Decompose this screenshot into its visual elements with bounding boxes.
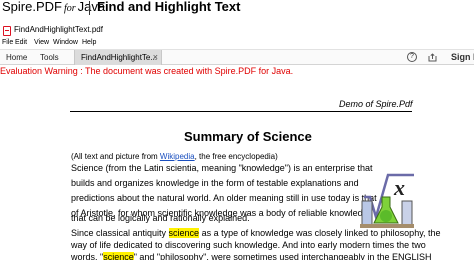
sign-in-link[interactable]: Sign I xyxy=(451,52,474,62)
document-page: Evaluation Warning : The document was cr… xyxy=(0,65,474,260)
document-tab-label: FindAndHighlightTe... xyxy=(81,53,158,62)
paragraph-line: way of life dedicated to discovering suc… xyxy=(71,240,426,250)
brand-name: Spire.PDF xyxy=(2,0,62,14)
document-tab[interactable]: FindAndHighlightTe... × xyxy=(74,50,162,65)
menu-edit[interactable]: Edit xyxy=(15,39,27,46)
banner-divider xyxy=(89,1,90,15)
help-icon[interactable]: ? xyxy=(407,52,417,62)
source-note-prefix: (All text and picture from xyxy=(71,152,160,161)
wikipedia-link[interactable]: Wikipedia xyxy=(160,152,195,161)
page-header-text: Demo of Spire.Pdf xyxy=(339,99,413,109)
home-tab[interactable]: Home xyxy=(6,53,27,62)
paragraph-line: that can be logically and rationally exp… xyxy=(71,213,250,223)
brand-for: for xyxy=(63,3,76,14)
source-note: (All text and picture from Wikipedia, th… xyxy=(71,151,278,162)
paragraph-line: words, "science" and "philosophy", were … xyxy=(71,252,431,260)
tools-tab[interactable]: Tools xyxy=(40,53,59,62)
menu-bar: File Edit View Window Help xyxy=(0,38,474,49)
toolbar: Home Tools FindAndHighlightTe... × ? Sig… xyxy=(0,49,474,65)
menu-view[interactable]: View xyxy=(34,39,49,46)
text-run: " and "philosophy", were sometimes used … xyxy=(133,252,432,260)
header-rule xyxy=(70,111,412,112)
window-title: FindAndHighlightText.pdf xyxy=(14,25,103,34)
pdf-file-icon xyxy=(3,26,11,36)
menu-help[interactable]: Help xyxy=(82,39,96,46)
highlighted-text: science xyxy=(103,252,134,260)
app-banner: Spire.PDF for Java Find and Highlight Text xyxy=(0,0,474,20)
paragraph-line: Science (from the Latin scientia, meanin… xyxy=(71,163,373,173)
document-heading: Summary of Science xyxy=(184,129,312,144)
science-illustration: x xyxy=(360,173,414,228)
paragraph-line: predictions about the natural world. An … xyxy=(71,193,377,203)
close-icon[interactable]: × xyxy=(153,52,158,62)
paragraph-line: builds and organizes knowledge in the fo… xyxy=(71,178,359,188)
evaluation-warning: Evaluation Warning : The document was cr… xyxy=(0,66,294,76)
menu-window[interactable]: Window xyxy=(53,39,78,46)
text-run: as a type of knowledge was closely linke… xyxy=(199,228,441,238)
banner-title: Find and Highlight Text xyxy=(97,0,241,14)
text-run: words, " xyxy=(71,252,104,260)
window-titlebar: FindAndHighlightText.pdf xyxy=(0,24,474,38)
highlighted-text: science xyxy=(168,228,200,238)
paragraph-line: Since classical antiquity science as a t… xyxy=(71,228,441,239)
text-run: Since classical antiquity xyxy=(71,228,169,238)
svg-text:x: x xyxy=(393,175,405,200)
menu-file[interactable]: File xyxy=(2,39,13,46)
source-note-suffix: , the free encyclopedia) xyxy=(194,152,278,161)
share-icon[interactable] xyxy=(428,53,437,62)
